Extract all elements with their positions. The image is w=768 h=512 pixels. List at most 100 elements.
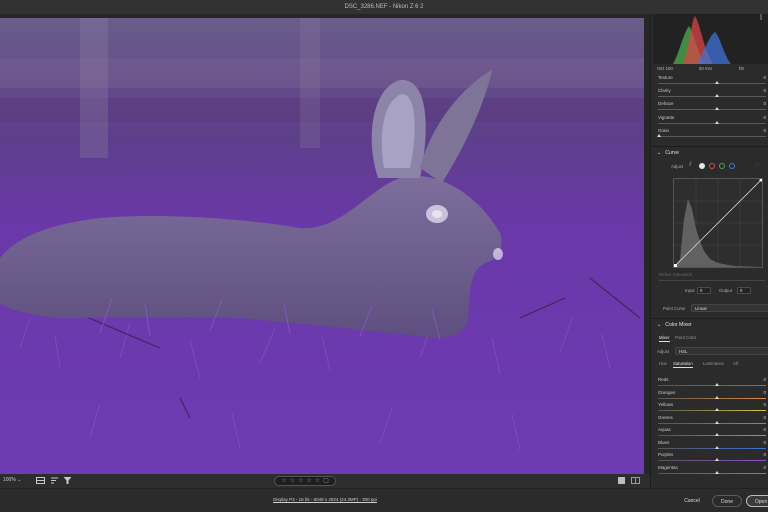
- input-field[interactable]: 0: [697, 287, 711, 294]
- mixer-slider-track[interactable]: [658, 410, 766, 411]
- compare-view-icon[interactable]: [631, 476, 640, 485]
- mixer-slider-track[interactable]: [658, 385, 766, 386]
- vignette-slider[interactable]: Vignette 0: [657, 115, 768, 127]
- cancel-button[interactable]: Cancel: [672, 495, 712, 507]
- refine-saturation-label: Refine Saturation: [659, 272, 693, 277]
- mixer-slider-knob[interactable]: [715, 383, 719, 386]
- input-label: Input: [685, 288, 695, 293]
- done-button[interactable]: Done: [712, 495, 742, 507]
- camera-info: ISO 100 50 mm f/8: [657, 66, 744, 71]
- point-curve-select[interactable]: Linear: [691, 304, 768, 312]
- mixer-slider-label: Magentas: [658, 464, 678, 470]
- star-rating[interactable]: ☆ ☆ ☆ ☆ ☆ ▢: [274, 476, 336, 486]
- mixer-slider-magentas[interactable]: Magentas 0: [657, 465, 768, 477]
- mixer-slider-label: Greens: [658, 414, 673, 420]
- output-label: Output: [719, 288, 732, 293]
- subtab-all[interactable]: All: [733, 361, 738, 366]
- dehaze-value: 0: [763, 101, 766, 106]
- star-icon[interactable]: ☆: [298, 478, 303, 484]
- tab-point-color[interactable]: Point Color: [675, 335, 696, 340]
- rgb-channel-icon[interactable]: [699, 163, 705, 169]
- grain-slider[interactable]: Grain 0: [657, 128, 768, 140]
- subtab-hue[interactable]: Hue: [659, 361, 667, 366]
- mixer-slider-knob[interactable]: [715, 433, 719, 436]
- mixer-slider-greens[interactable]: Greens 0: [657, 415, 768, 427]
- color-mixer-section-header[interactable]: ⌄ Color Mixer: [657, 322, 692, 328]
- texture-value: 0: [763, 75, 766, 80]
- vignette-value: 0: [763, 115, 766, 120]
- clarity-value: 0: [763, 88, 766, 93]
- mixer-slider-knob[interactable]: [715, 458, 719, 461]
- blue-channel-icon[interactable]: [729, 163, 735, 169]
- mixer-slider-value: 0: [763, 377, 766, 382]
- mixer-slider-label: Oranges: [658, 389, 676, 395]
- targeted-adjust-icon[interactable]: ☞: [755, 162, 760, 169]
- mixer-slider-track[interactable]: [658, 460, 766, 461]
- star-icon[interactable]: ☆: [290, 478, 295, 484]
- star-icon[interactable]: ☆: [315, 478, 320, 484]
- mixer-slider-value: 0: [763, 414, 766, 420]
- mixer-slider-knob[interactable]: [715, 408, 719, 411]
- subtab-saturation[interactable]: Saturation: [673, 361, 693, 368]
- star-icon[interactable]: ☆: [281, 478, 286, 484]
- zoom-level[interactable]: 100% ⌄: [3, 477, 21, 483]
- mixer-adjust-label: Adjust: [657, 349, 669, 354]
- mixer-adjust-select[interactable]: HSL: [675, 347, 768, 355]
- mixer-slider-oranges[interactable]: Oranges 0: [657, 390, 768, 402]
- mixer-slider-knob[interactable]: [715, 445, 719, 449]
- mixer-slider-value: 0: [763, 402, 766, 407]
- star-icon[interactable]: ☆: [306, 478, 311, 484]
- filmstrip-icon[interactable]: [36, 476, 45, 485]
- mixer-slider-value: 0: [763, 439, 766, 445]
- mixer-slider-knob[interactable]: [715, 470, 719, 474]
- curve-section-header[interactable]: ⌄ Curve: [657, 150, 679, 156]
- mixer-slider-label: Blues: [658, 439, 670, 445]
- edit-panel: ISO 100 50 mm f/8 Texture 0 Clarity 0 De…: [650, 14, 768, 488]
- chevron-down-icon: ⌄: [657, 150, 662, 156]
- mixer-slider-value: 0: [763, 389, 766, 395]
- photo-image: [0, 18, 644, 482]
- workflow-options-link[interactable]: Display P3 - 16 bit - 6048 x 4024 (24.3M…: [200, 497, 450, 502]
- mixer-slider-label: Purples: [658, 452, 674, 457]
- green-channel-icon[interactable]: [719, 163, 725, 169]
- tone-curve-graph[interactable]: [673, 178, 763, 268]
- canvas-area[interactable]: [0, 14, 650, 482]
- output-field[interactable]: 0: [737, 287, 751, 294]
- window-title: DSC_3286.NEF - Nikon Z 6 2: [0, 0, 768, 14]
- dehaze-slider[interactable]: Dehaze 0: [657, 101, 768, 113]
- mixer-slider-label: Reds: [658, 377, 669, 382]
- mixer-slider-track[interactable]: [658, 472, 766, 474]
- mixer-slider-knob[interactable]: [715, 420, 719, 424]
- mixer-slider-knob[interactable]: [715, 395, 719, 399]
- curve-adjust-label: Adjust: [671, 164, 683, 169]
- parametric-curve-icon[interactable]: ⫽: [689, 162, 692, 169]
- clarity-slider[interactable]: Clarity 0: [657, 88, 768, 100]
- open-button[interactable]: Open: [746, 495, 768, 507]
- subtab-luminance[interactable]: Luminance: [703, 361, 724, 366]
- single-view-icon[interactable]: [617, 476, 626, 485]
- filter-icon[interactable]: [63, 476, 72, 485]
- mixer-slider-value: 0: [763, 452, 766, 457]
- mixer-slider-label: Aquas: [658, 427, 671, 432]
- red-channel-icon[interactable]: [709, 163, 715, 169]
- texture-slider[interactable]: Texture 0: [657, 75, 768, 87]
- image-toolbar: 100% ⌄ ☆ ☆ ☆ ☆ ☆ ▢: [0, 474, 650, 488]
- mixer-slider-blues[interactable]: Blues 0: [657, 440, 768, 452]
- mixer-slider-track[interactable]: [658, 447, 766, 449]
- mixer-slider-purples[interactable]: Purples 0: [657, 452, 768, 464]
- mixer-slider-label: Yellows: [658, 402, 674, 407]
- mixer-slider-track[interactable]: [658, 397, 766, 399]
- grain-value: 0: [763, 128, 766, 133]
- sort-icon[interactable]: [50, 476, 59, 485]
- mixer-slider-aquas[interactable]: Aquas 0: [657, 427, 768, 439]
- photo-preview[interactable]: [0, 18, 644, 482]
- mixer-slider-track[interactable]: [658, 422, 766, 424]
- chevron-down-icon: ⌄: [657, 322, 662, 328]
- mixer-slider-reds[interactable]: Reds 0: [657, 377, 768, 389]
- mixer-slider-yellows[interactable]: Yellows 0: [657, 402, 768, 414]
- mixer-slider-value: 0: [763, 464, 766, 470]
- mixer-slider-track[interactable]: [658, 435, 766, 436]
- footer-bar: Display P3 - 16 bit - 6048 x 4024 (24.3M…: [0, 488, 768, 512]
- reject-icon[interactable]: ▢: [323, 478, 329, 484]
- tab-mixer[interactable]: Mixer: [659, 335, 670, 342]
